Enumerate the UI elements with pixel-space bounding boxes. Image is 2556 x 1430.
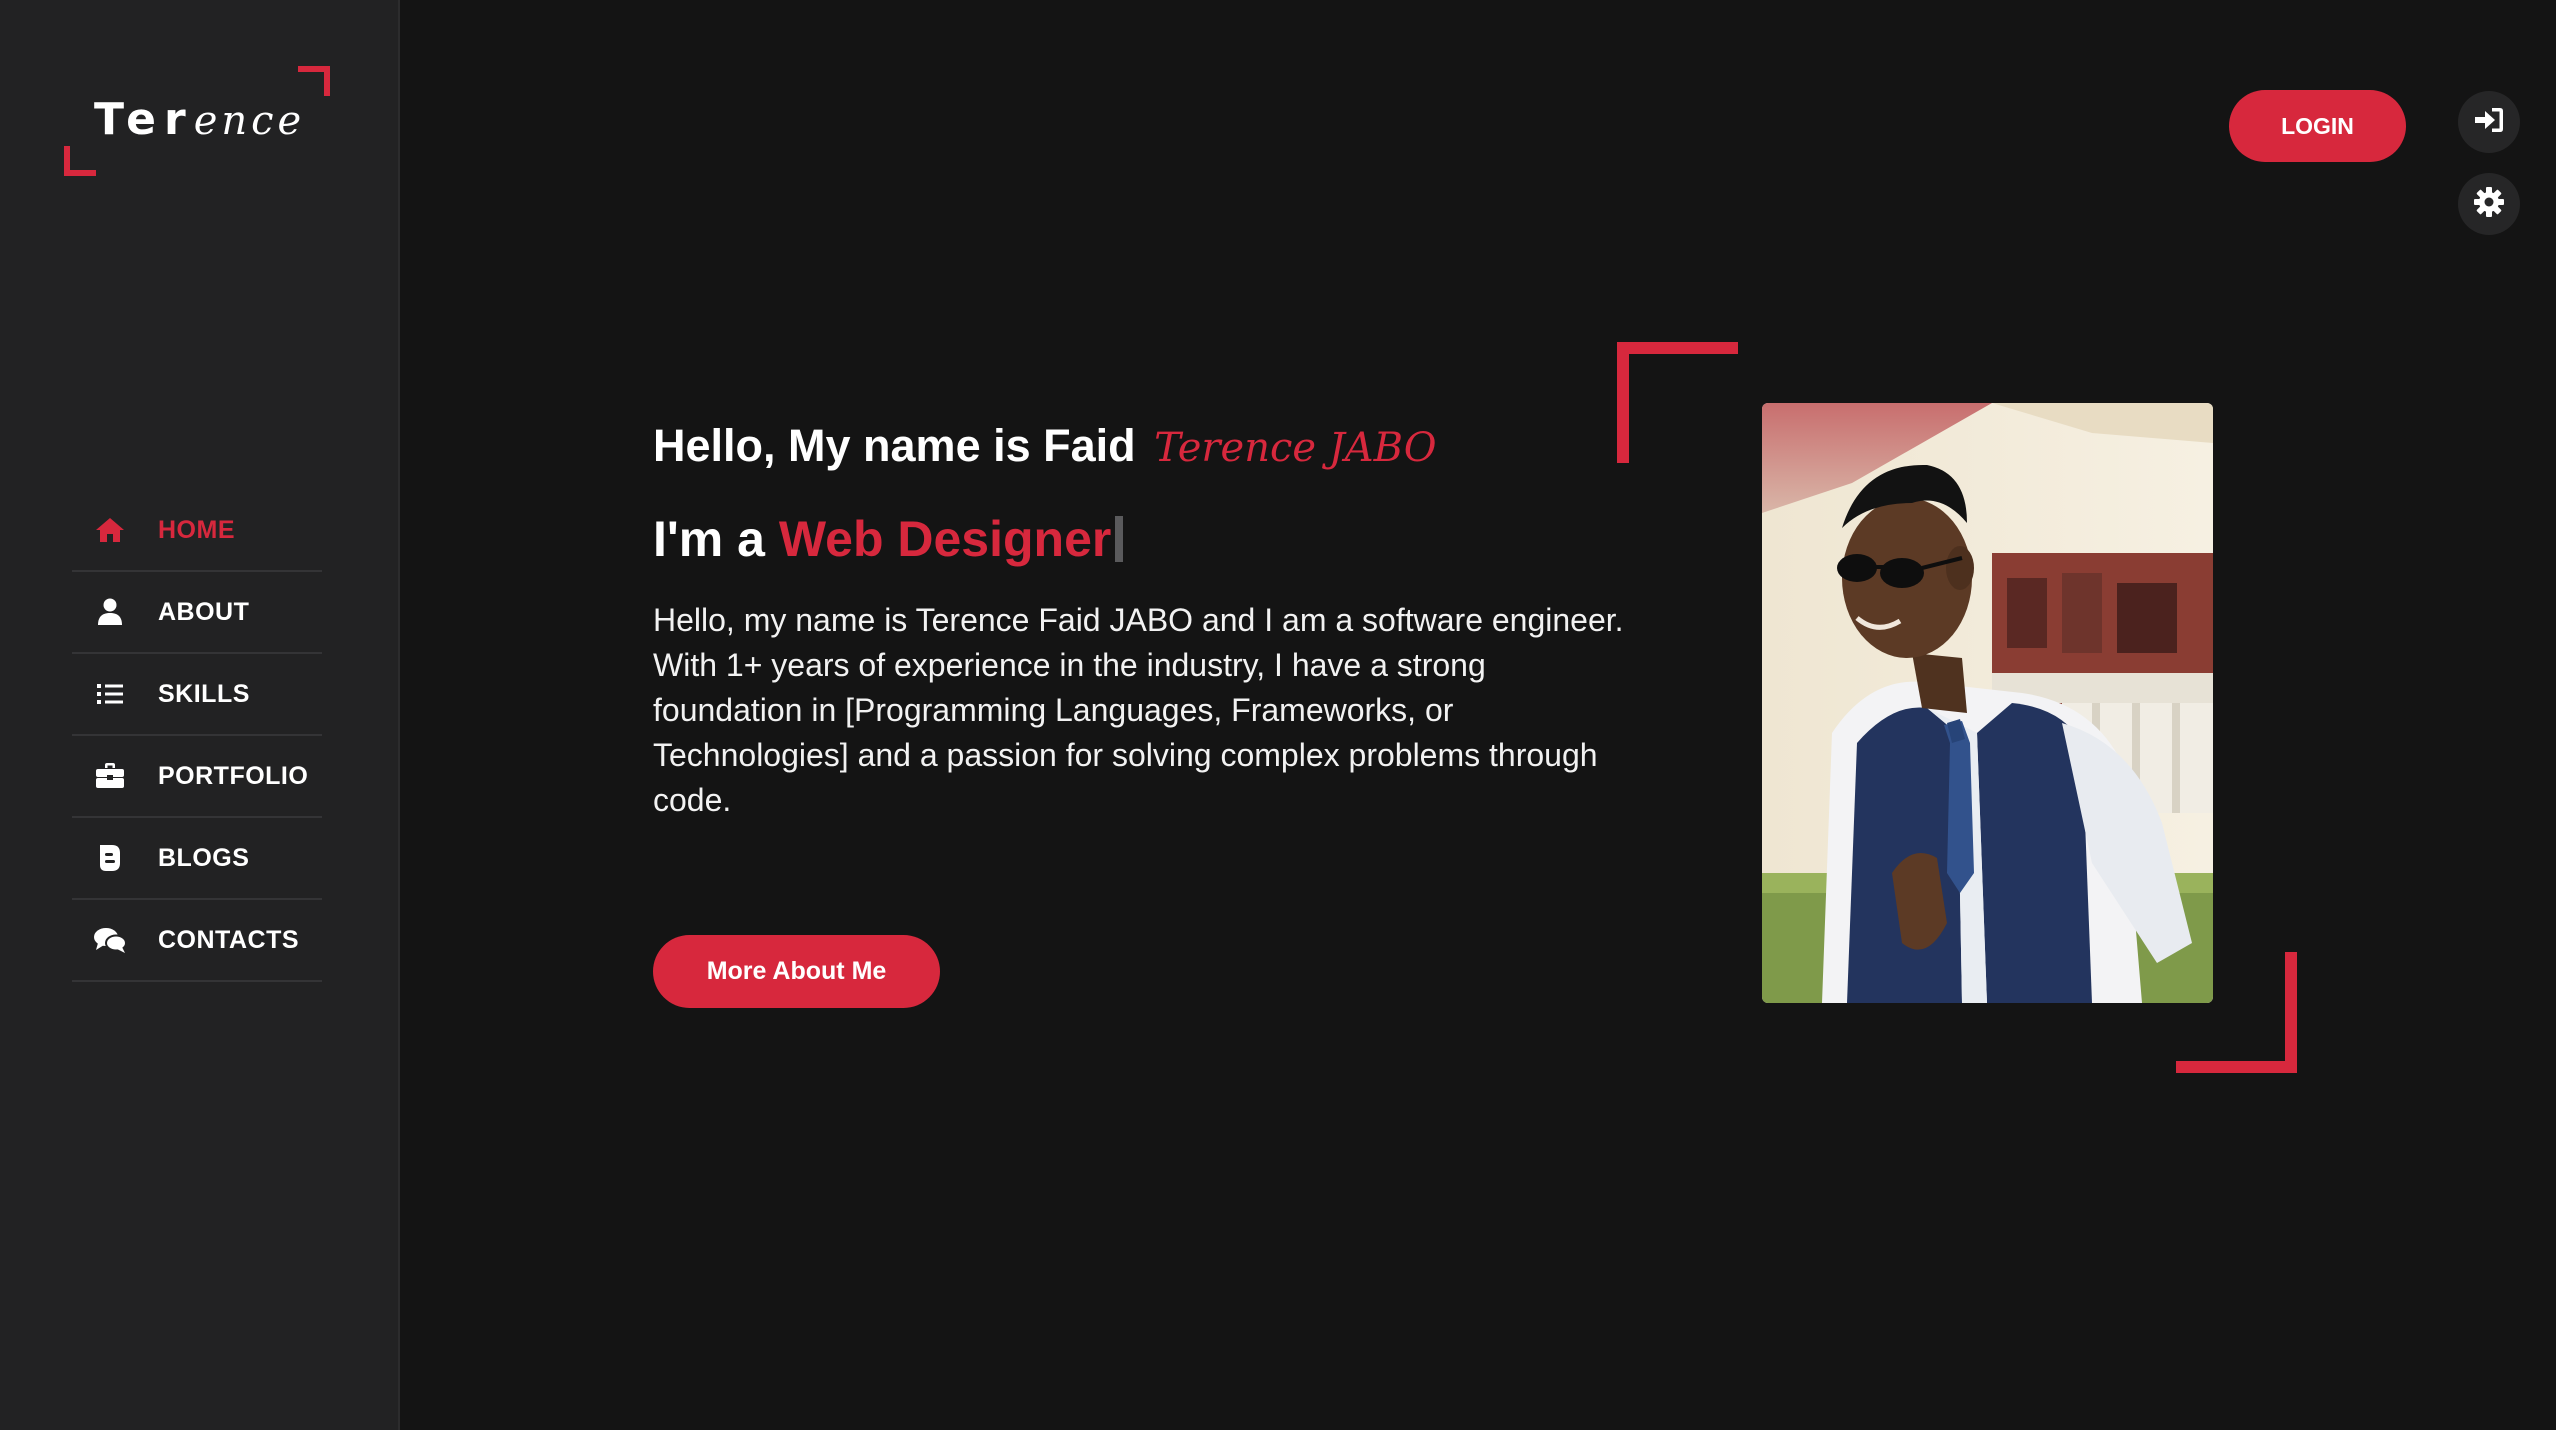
sidebar-item-label: SKILLS xyxy=(158,679,250,708)
user-icon xyxy=(94,596,126,628)
photo-frame-corner xyxy=(1617,342,1738,463)
sidebar-item-portfolio[interactable]: PORTFOLIO xyxy=(72,736,322,818)
sidebar-item-label: PORTFOLIO xyxy=(158,761,309,790)
greeting-text: Hello, My name is Faid xyxy=(653,420,1136,471)
logo[interactable]: Terence xyxy=(64,66,332,176)
logo-text: Terence xyxy=(94,94,305,145)
sidebar-item-label: HOME xyxy=(158,515,235,544)
theme-toggle-button[interactable] xyxy=(2458,173,2520,235)
script-name: Terence JABO xyxy=(1154,425,1437,471)
logo-text-plain: Ter xyxy=(94,94,194,145)
role-prefix: I'm a xyxy=(653,511,765,567)
hero-greeting: Hello, My name is Faid Terence JABO xyxy=(653,420,1653,490)
briefcase-icon xyxy=(94,760,126,792)
sidebar-item-label: CONTACTS xyxy=(158,925,300,954)
logo-corner-accent xyxy=(298,66,330,96)
sign-in-button[interactable] xyxy=(2458,91,2520,153)
sidebar-item-label: ABOUT xyxy=(158,597,250,626)
comments-icon xyxy=(94,924,126,956)
logo-corner-accent xyxy=(64,146,96,176)
hero-description: Hello, my name is Terence Faid JABO and … xyxy=(653,602,1624,818)
typing-cursor xyxy=(1115,516,1124,562)
sidebar-item-contacts[interactable]: CONTACTS xyxy=(72,900,322,982)
sidebar-nav: HOME ABOUT SKILLS PORTFOLIO BLOGS CONTAC… xyxy=(72,490,322,982)
sidebar-item-label: BLOGS xyxy=(158,843,250,872)
sidebar: Terence HOME ABOUT SKILLS PORTFOLIO BLOG… xyxy=(0,0,400,1430)
sign-in-icon xyxy=(2474,106,2504,138)
list-icon xyxy=(94,678,126,710)
profile-photo xyxy=(1762,403,2213,1003)
role-text: Web Designer xyxy=(778,511,1112,567)
sidebar-item-blogs[interactable]: BLOGS xyxy=(72,818,322,900)
sidebar-item-about[interactable]: ABOUT xyxy=(72,572,322,654)
logo-text-script: ence xyxy=(193,98,306,144)
hero-role: I'm a Web Designer xyxy=(653,510,1653,576)
home-icon xyxy=(94,514,126,546)
blogger-icon xyxy=(94,842,126,874)
more-about-me-button[interactable]: More About Me xyxy=(653,935,940,1008)
login-button[interactable]: LOGIN xyxy=(2229,90,2406,162)
hero-section: Hello, My name is Faid Terence JABO I'm … xyxy=(653,420,1653,855)
sidebar-item-home[interactable]: HOME xyxy=(72,490,322,572)
sidebar-item-skills[interactable]: SKILLS xyxy=(72,654,322,736)
gear-icon xyxy=(2473,186,2505,222)
